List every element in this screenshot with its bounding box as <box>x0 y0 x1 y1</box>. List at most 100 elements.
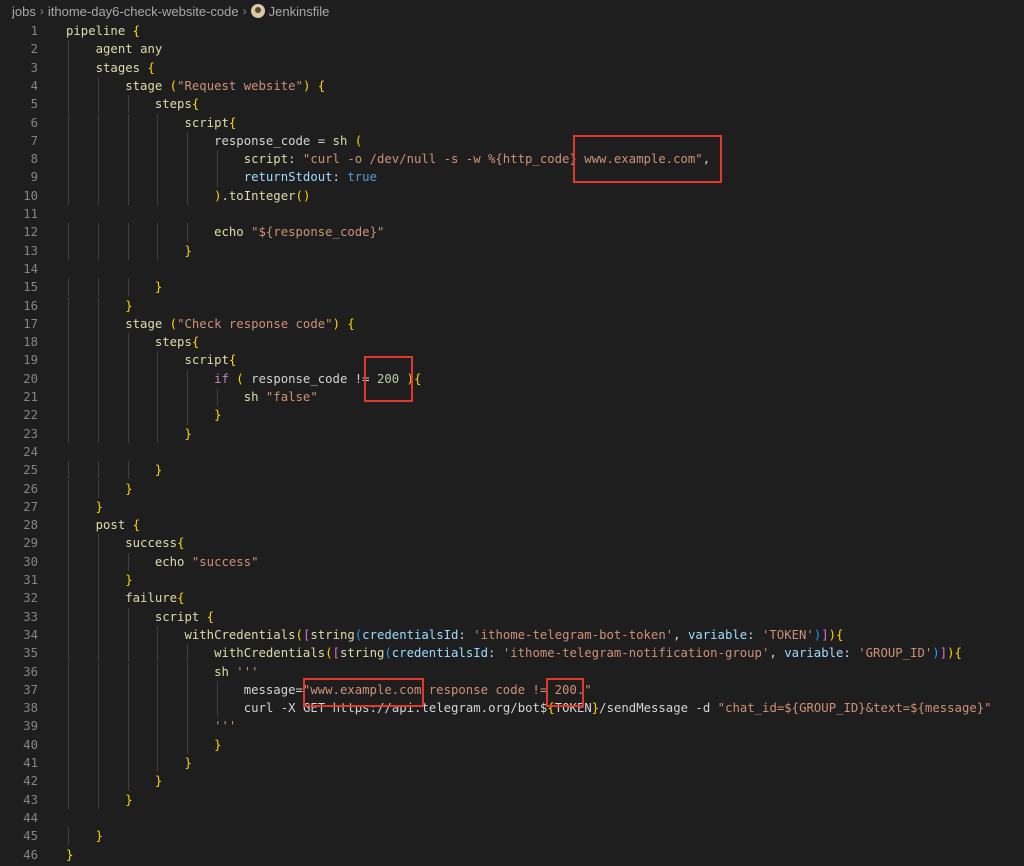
code-line[interactable]: 18 steps{ <box>0 333 1024 351</box>
indent-guide <box>97 95 99 114</box>
breadcrumb-folder[interactable]: jobs <box>12 4 36 19</box>
indent-guide <box>187 680 189 700</box>
code-line[interactable]: 23 } <box>0 425 1024 443</box>
code-line[interactable]: 41 } <box>0 754 1024 772</box>
indent-guide <box>68 644 69 663</box>
code-line[interactable]: 44 <box>0 809 1024 827</box>
code-line[interactable]: 9 returnStdout: true <box>0 168 1024 186</box>
code-line[interactable]: 6 script{ <box>0 114 1024 132</box>
code-line[interactable]: 10 ).toInteger() <box>0 187 1024 205</box>
indent-guide <box>68 625 69 645</box>
indent-guide <box>157 150 159 169</box>
code-line[interactable]: 5 steps{ <box>0 95 1024 113</box>
indent-guide <box>97 351 99 370</box>
code-line[interactable]: 15 } <box>0 278 1024 296</box>
indent-guide <box>68 662 69 681</box>
indent-guide <box>97 534 99 553</box>
line-number: 41 <box>23 756 38 770</box>
line-code: pipeline { <box>66 24 141 38</box>
indent-guide <box>97 223 99 242</box>
indent-guide <box>68 680 69 700</box>
code-line[interactable]: 46} <box>0 846 1024 864</box>
code-line[interactable]: 40 } <box>0 736 1024 754</box>
code-line[interactable]: 27 } <box>0 498 1024 516</box>
code-line[interactable]: 17 stage ("Check response code") { <box>0 315 1024 333</box>
code-line[interactable]: 28 post { <box>0 516 1024 534</box>
indent-guide <box>187 131 189 151</box>
code-line[interactable]: 33 script { <box>0 608 1024 626</box>
code-line[interactable]: 7 response_code = sh ( <box>0 132 1024 150</box>
code-line[interactable]: 32 failure{ <box>0 589 1024 607</box>
indent-guide <box>68 150 69 169</box>
line-number: 6 <box>30 115 38 130</box>
line-number: 43 <box>23 792 38 807</box>
code-line[interactable]: 1 pipeline { <box>0 22 1024 40</box>
line-code: curl -X GET https://api.telegram.org/bot… <box>243 701 992 716</box>
code-line[interactable]: 11 <box>0 205 1024 223</box>
code-line[interactable]: 42 } <box>0 772 1024 790</box>
code-line[interactable]: 30 echo "success" <box>0 553 1024 571</box>
indent-guide <box>97 717 99 736</box>
indent-guide <box>97 314 99 334</box>
code-line[interactable]: 4 stage ("Request website") { <box>0 77 1024 95</box>
code-line[interactable]: 26 } <box>0 480 1024 498</box>
indent-guide <box>187 150 189 169</box>
highlight-status-box <box>364 356 413 402</box>
indent-guide <box>157 754 159 773</box>
breadcrumb-subfolder[interactable]: ithome-day6-check-website-code <box>48 4 239 19</box>
code-line[interactable]: 16 } <box>0 297 1024 315</box>
indent-guide <box>97 369 99 388</box>
line-code: agent any <box>95 42 163 57</box>
indent-guide <box>157 351 159 370</box>
indent-guide <box>127 717 129 736</box>
indent-guide <box>157 241 159 260</box>
code-editor[interactable]: 1 pipeline {2 agent any 3 stages {4 stage … <box>0 22 1024 866</box>
breadcrumb-file[interactable]: Jenkinsfile <box>269 4 330 19</box>
code-line[interactable]: 29 success{ <box>0 534 1024 552</box>
code-line[interactable]: 39 ''' <box>0 717 1024 735</box>
indent-guide <box>187 223 189 242</box>
code-line[interactable]: 12 echo "${response_code}" <box>0 223 1024 241</box>
indent-guide <box>217 150 218 169</box>
code-line[interactable]: 24 <box>0 443 1024 461</box>
code-line[interactable]: 2 agent any <box>0 40 1024 58</box>
indent-guide <box>157 369 159 388</box>
code-line[interactable]: 34 withCredentials([string(credentialsId… <box>0 626 1024 644</box>
code-line[interactable]: 19 script{ <box>0 351 1024 369</box>
line-number: 38 <box>23 701 38 716</box>
indent-guide <box>187 699 189 718</box>
code-line[interactable]: 43 } <box>0 791 1024 809</box>
indent-guide <box>97 278 99 297</box>
code-line[interactable]: 22 } <box>0 406 1024 424</box>
code-line[interactable]: 37 message="www.example.com response cod… <box>0 681 1024 699</box>
indent-guide <box>68 534 69 553</box>
indent-guide <box>68 516 69 535</box>
code-line[interactable]: 3 stages { <box>0 59 1024 77</box>
code-line[interactable]: 45 } <box>0 827 1024 845</box>
indent-guide <box>97 150 99 169</box>
code-line[interactable]: 36 sh ''' <box>0 663 1024 681</box>
indent-guide <box>68 314 69 334</box>
code-line[interactable]: 21 sh "false" <box>0 388 1024 406</box>
indent-guide <box>97 333 99 352</box>
code-line[interactable]: 35 withCredentials([string(credentialsId… <box>0 644 1024 662</box>
line-number: 13 <box>23 243 38 258</box>
chevron-right-icon: › <box>39 4 44 18</box>
indent-guide <box>127 223 129 242</box>
code-line[interactable]: 38 curl -X GET https://api.telegram.org/… <box>0 699 1024 717</box>
code-line[interactable]: 13 } <box>0 242 1024 260</box>
indent-guide <box>97 680 99 700</box>
line-code: } <box>214 408 222 423</box>
code-line[interactable]: 14 <box>0 260 1024 278</box>
indent-guide <box>127 131 129 151</box>
code-line[interactable]: 25 } <box>0 461 1024 479</box>
code-line[interactable]: 20 if ( response_code != 200 ){ <box>0 370 1024 388</box>
indent-guide <box>157 644 159 663</box>
line-code: stages { <box>95 60 155 75</box>
line-number: 42 <box>23 774 38 789</box>
line-code: echo "success" <box>154 554 259 569</box>
indent-guide <box>97 388 99 407</box>
code-line[interactable]: 31 } <box>0 571 1024 589</box>
indent-guide <box>68 131 69 151</box>
code-line[interactable]: 8 script: "curl -o /dev/null -s -w %{htt… <box>0 150 1024 168</box>
